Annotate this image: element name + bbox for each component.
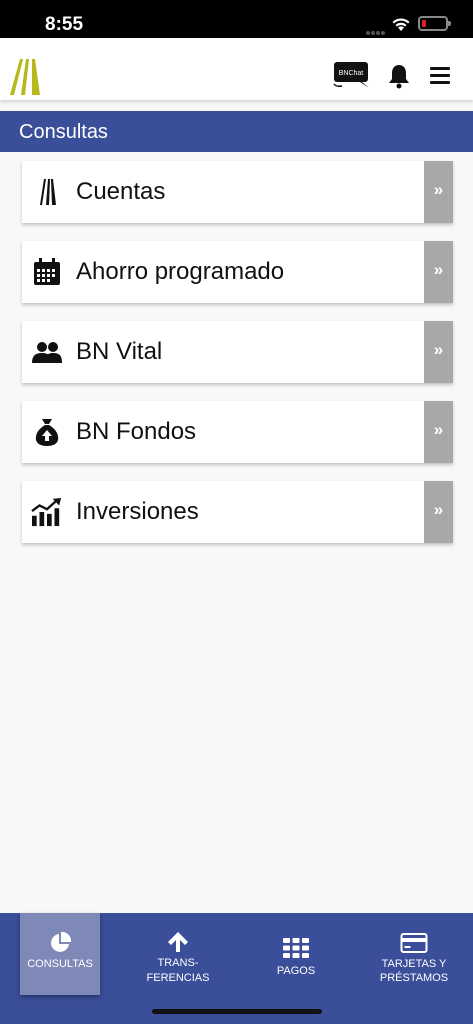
chevron-right-icon[interactable]: » (424, 241, 453, 303)
list-item-label: BN Fondos (76, 418, 197, 445)
list-item-cuentas[interactable]: Cuentas » (22, 161, 453, 223)
calendar-icon (34, 258, 60, 285)
list-item-label: Inversiones (76, 498, 199, 525)
credit-card-icon (400, 933, 428, 953)
page-title: Consultas (19, 121, 108, 143)
chevron-right-icon[interactable]: » (424, 161, 453, 223)
chevron-right-icon[interactable]: » (424, 321, 453, 383)
app-header: BNChat (0, 38, 473, 100)
bnchat-label: BNChat (339, 70, 364, 77)
tab-label: PAGOS (276, 965, 316, 977)
chevron-right-icon[interactable]: » (424, 481, 453, 543)
bnchat-icon[interactable]: BNChat (332, 60, 372, 90)
tab-consultas[interactable]: CONSULTAS (20, 913, 100, 995)
list-item-ahorro-programado[interactable]: Ahorro programado » (22, 241, 453, 303)
pie-chart-icon (51, 931, 72, 952)
bn-logo-icon[interactable] (6, 55, 44, 97)
list-item-label: Ahorro programado (76, 258, 285, 285)
list-item-bn-vital[interactable]: BN Vital » (22, 321, 453, 383)
tab-label-line1: TRANS- (157, 957, 199, 969)
bell-icon[interactable] (386, 63, 412, 89)
tab-pagos[interactable]: PAGOS (256, 913, 336, 995)
tab-label: CONSULTAS (27, 958, 93, 970)
chevron-right-icon[interactable]: » (424, 401, 453, 463)
list-item-inversiones[interactable]: Inversiones » (22, 481, 453, 543)
list-item-label: BN Vital (76, 338, 163, 365)
list-item-label: Cuentas (76, 178, 166, 205)
tab-label-line2: FERENCIAS (146, 972, 210, 984)
status-time: 8:55 (45, 14, 84, 35)
signal-icon (366, 22, 386, 35)
battery-icon (418, 16, 451, 31)
tab-tarjetas-prestamos[interactable]: TARJETAS Y PRÉSTAMOS (368, 913, 460, 995)
tab-label-line1: TARJETAS Y (381, 958, 447, 970)
tab-label-line2: PRÉSTAMOS (379, 972, 449, 984)
users-icon (32, 342, 62, 363)
list-item-bn-fondos[interactable]: BN Fondos » (22, 401, 453, 463)
home-indicator (152, 1009, 322, 1014)
accounts-logo-icon (40, 179, 56, 205)
growth-chart-icon (31, 497, 62, 527)
section-header: Consultas (0, 111, 473, 152)
tab-transferencias[interactable]: TRANS- FERENCIAS (138, 913, 218, 995)
grid-icon (283, 938, 309, 958)
status-bar: 8:55 (0, 0, 473, 38)
arrow-up-icon (168, 932, 188, 952)
money-bag-icon (35, 419, 59, 446)
bottom-nav: CONSULTAS TRANS- FERENCIAS PAGOS TARJETA… (0, 913, 473, 1024)
hamburger-menu-icon[interactable] (430, 67, 450, 84)
wifi-icon (392, 18, 410, 31)
